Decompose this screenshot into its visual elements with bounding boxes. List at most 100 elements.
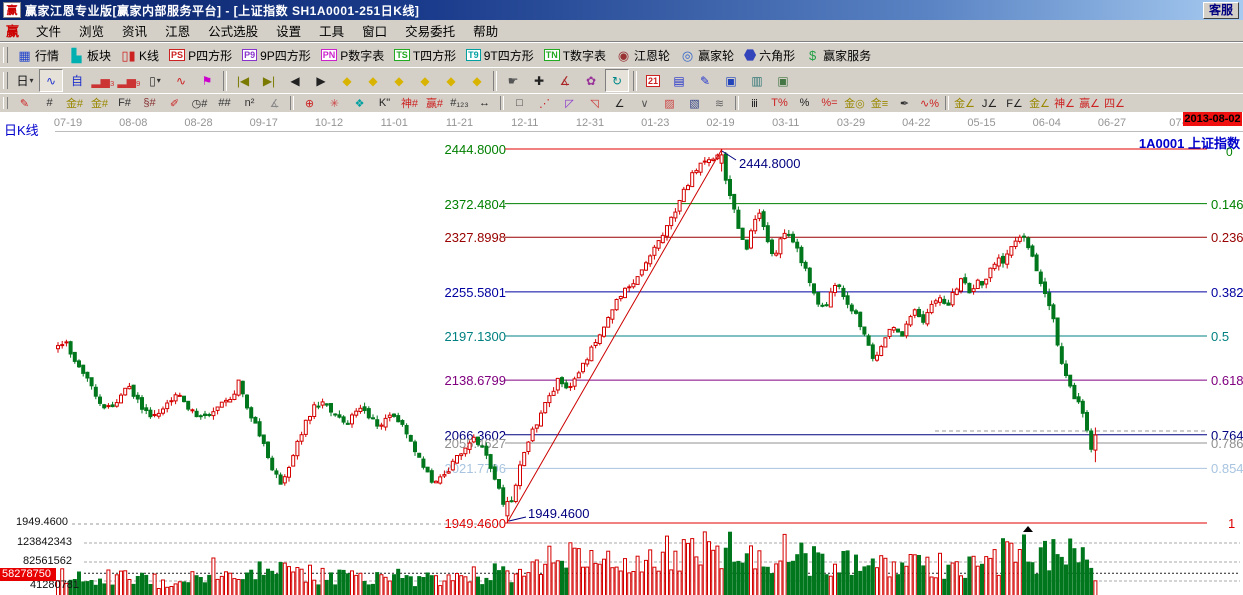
four-angle-button[interactable]: 四∠ xyxy=(1103,94,1126,112)
bars-9-button[interactable]: ▂▅₉ xyxy=(117,69,141,92)
dense-grid-button[interactable]: ## xyxy=(213,94,236,112)
pen-button[interactable]: ✎ xyxy=(13,94,36,112)
chart-type-zigzag-button[interactable]: ∿ xyxy=(39,69,63,92)
wave-percent-button[interactable]: ∿% xyxy=(918,94,941,112)
bars-3-button[interactable]: ▂▅₃ xyxy=(91,69,115,92)
menu-5[interactable]: 设置 xyxy=(267,19,310,42)
t-percent-button[interactable]: T% xyxy=(768,94,791,112)
chart-outline-button[interactable]: 自 xyxy=(65,69,89,92)
n2-grid-button[interactable]: n² xyxy=(238,94,261,112)
calculator-button[interactable]: ▤ xyxy=(667,69,691,92)
send-button[interactable]: ▣ xyxy=(771,69,795,92)
save-button[interactable]: ▣ xyxy=(719,69,743,92)
coil-grid-button[interactable]: §# xyxy=(138,94,161,112)
9p-square-button[interactable]: P99P四方形 xyxy=(237,46,316,65)
win-angle-button[interactable]: 赢∠ xyxy=(1078,94,1101,112)
red-grid-button[interactable]: ▨ xyxy=(658,94,681,112)
compass-button[interactable]: ∡ xyxy=(263,94,286,112)
gold-circle-button[interactable]: 金◎ xyxy=(843,94,866,112)
expand-all-diamond-button[interactable]: ◆ xyxy=(465,69,489,92)
first-page-button[interactable]: |◀ xyxy=(231,69,255,92)
p-square-button[interactable]: PSP四方形 xyxy=(164,46,237,65)
menu-3[interactable]: 江恩 xyxy=(156,19,199,42)
menu-2[interactable]: 资讯 xyxy=(113,19,156,42)
pen-2-button[interactable]: ✐ xyxy=(163,94,186,112)
ray-star-button[interactable]: ✳ xyxy=(323,94,346,112)
gold-grid-2-button[interactable]: 金# xyxy=(88,94,111,112)
hexagon-button[interactable]: 六角形 xyxy=(739,46,800,65)
p-number-table-button[interactable]: PNP数字表 xyxy=(316,46,390,65)
select-box-button[interactable]: □ xyxy=(508,94,531,112)
notes-button[interactable]: ✎ xyxy=(693,69,717,92)
win-grid-button[interactable]: 赢# xyxy=(423,94,446,112)
gann-grid-button[interactable]: # xyxy=(38,94,61,112)
prev-bar-button[interactable]: ◀ xyxy=(283,69,307,92)
f-grid-button[interactable]: F# xyxy=(113,94,136,112)
menu-1[interactable]: 浏览 xyxy=(70,19,113,42)
cycle-tool-button[interactable]: ↻ xyxy=(605,69,629,92)
ink-pen-button[interactable]: ✒ xyxy=(893,94,916,112)
shift-left-diamond-button[interactable]: ◆ xyxy=(335,69,359,92)
gann-flower-button[interactable]: ✿ xyxy=(579,69,603,92)
gann-wheel-button[interactable]: ◉江恩轮 xyxy=(611,46,675,65)
target-circle-button[interactable]: ⊕ xyxy=(298,94,321,112)
zigzag-red-button[interactable]: ∿ xyxy=(169,69,193,92)
fan-box-2-button[interactable]: ◹ xyxy=(583,94,606,112)
gold-angle-1-button[interactable]: 金∠ xyxy=(953,94,976,112)
gold-lines-button[interactable]: 金≡ xyxy=(868,94,891,112)
width-adjust-button[interactable]: ↔ xyxy=(473,94,496,112)
parallel-lines-button[interactable]: ≋ xyxy=(708,94,731,112)
next-bar-button[interactable]: ▶ xyxy=(309,69,333,92)
expand-horizontal-diamond-button[interactable]: ◆ xyxy=(387,69,411,92)
toolbar-grip[interactable] xyxy=(3,97,8,110)
customer-service-button[interactable]: 客服 xyxy=(1203,2,1239,19)
menu-0[interactable]: 文件 xyxy=(27,19,70,42)
t-number-table-button[interactable]: TNT数字表 xyxy=(539,46,611,65)
menu-8[interactable]: 交易委托 xyxy=(396,19,464,42)
arrow-grid-button[interactable]: ▧ xyxy=(683,94,706,112)
k-quote-button[interactable]: K" xyxy=(373,94,396,112)
menu-4[interactable]: 公式选股 xyxy=(199,19,267,42)
shen-grid-button[interactable]: 神# xyxy=(398,94,421,112)
color-flag-button[interactable]: ⚑ xyxy=(195,69,219,92)
shift-right-diamond-button[interactable]: ◆ xyxy=(361,69,385,92)
crosshair-button[interactable]: ✚ xyxy=(527,69,551,92)
menu-6[interactable]: 工具 xyxy=(310,19,353,42)
ray-fan-button[interactable]: ⋰ xyxy=(533,94,556,112)
check-lines-button[interactable]: ∨ xyxy=(633,94,656,112)
candle-style-button[interactable]: ▯▾ xyxy=(143,69,167,92)
t-square-button[interactable]: TST四方形 xyxy=(389,46,461,65)
f-angle-button[interactable]: F∠ xyxy=(1003,94,1026,112)
clock-grid-button[interactable]: ◷# xyxy=(188,94,211,112)
count-ruler-button[interactable]: ⅲ xyxy=(743,94,766,112)
screenshot-button[interactable]: ▥ xyxy=(745,69,769,92)
shen-angle-button[interactable]: 神∠ xyxy=(1053,94,1076,112)
compress-all-diamond-button[interactable]: ◆ xyxy=(439,69,463,92)
period-day-button[interactable]: 日▾ xyxy=(13,69,37,92)
toolbar-grip[interactable] xyxy=(3,47,8,64)
percent-line-button[interactable]: %= xyxy=(818,94,841,112)
gold-grid-1-button[interactable]: 金# xyxy=(63,94,86,112)
fan-box-1-button[interactable]: ◸ xyxy=(558,94,581,112)
pan-hand-button[interactable]: ☛ xyxy=(501,69,525,92)
gold-angle-2-button[interactable]: 金∠ xyxy=(1028,94,1051,112)
number-grid-button[interactable]: #₁₂₃ xyxy=(448,94,471,112)
menu-7[interactable]: 窗口 xyxy=(353,19,396,42)
j-angle-button[interactable]: J∠ xyxy=(978,94,1001,112)
angle-measure-button[interactable]: ∡ xyxy=(553,69,577,92)
winner-wheel-button[interactable]: ◎赢家轮 xyxy=(675,46,739,65)
spider-web-button[interactable]: ❖ xyxy=(348,94,371,112)
menu-9[interactable]: 帮助 xyxy=(464,19,507,42)
angle-lines-button[interactable]: ∠ xyxy=(608,94,631,112)
toolbar-grip[interactable] xyxy=(3,72,8,90)
compress-horizontal-diamond-button[interactable]: ◆ xyxy=(413,69,437,92)
winner-service-button[interactable]: $赢家服务 xyxy=(800,46,876,65)
chart-area[interactable]: 2444.80002372.48040.1462327.89980.236225… xyxy=(0,112,1243,595)
calendar-button[interactable]: 21 xyxy=(641,69,665,92)
quotes-button[interactable]: ▦行情 xyxy=(12,46,64,65)
kline-button[interactable]: ▯▮K线 xyxy=(116,46,164,65)
percent-button[interactable]: % xyxy=(793,94,816,112)
kline-chart-canvas[interactable] xyxy=(0,112,1243,595)
9t-square-button[interactable]: T99T四方形 xyxy=(461,46,539,65)
sectors-button[interactable]: ▙板块 xyxy=(64,46,116,65)
